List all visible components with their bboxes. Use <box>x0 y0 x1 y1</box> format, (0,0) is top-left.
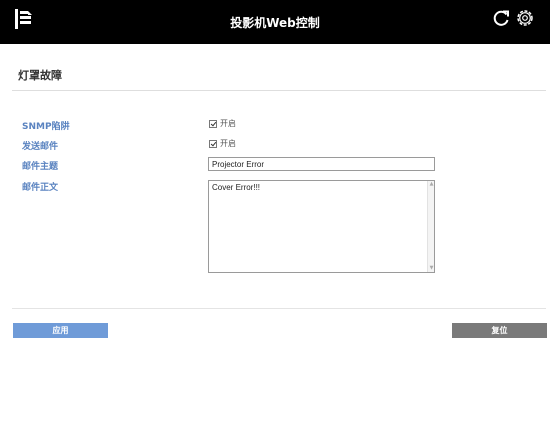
title-divider <box>12 90 546 91</box>
page-title: 灯罩故障 <box>18 69 62 82</box>
mail-body-textarea[interactable]: Cover Error!!! <box>208 180 435 273</box>
reset-button[interactable]: 复位 <box>452 323 547 338</box>
snmp-trap-option[interactable]: 开启 <box>209 118 236 129</box>
snmp-trap-checkbox-label: 开启 <box>220 119 236 128</box>
scroll-down-arrow-icon[interactable]: ▼ <box>428 265 435 272</box>
mail-subject-label: 邮件主题 <box>22 162 59 172</box>
gear-icon[interactable] <box>515 8 535 28</box>
snmp-trap-label: SNMP陷阱 <box>22 122 70 132</box>
app-title: 投影机Web控制 <box>230 16 320 30</box>
snmp-trap-checkbox[interactable] <box>209 119 217 128</box>
send-mail-label: 发送邮件 <box>22 142 59 152</box>
top-bar: 投影机Web控制 <box>0 0 550 44</box>
mail-body-label: 邮件正文 <box>22 183 59 193</box>
apply-button[interactable]: 应用 <box>13 323 108 338</box>
mail-body-scrollbar[interactable]: ▲ ▼ <box>427 181 434 272</box>
send-mail-checkbox[interactable] <box>209 139 217 148</box>
mail-subject-input[interactable] <box>208 157 435 171</box>
send-mail-checkbox-label: 开启 <box>220 139 236 148</box>
refresh-icon[interactable] <box>491 8 511 28</box>
scroll-up-arrow-icon[interactable]: ▲ <box>428 181 435 188</box>
bottom-divider <box>12 308 546 309</box>
send-mail-option[interactable]: 开启 <box>209 138 236 149</box>
